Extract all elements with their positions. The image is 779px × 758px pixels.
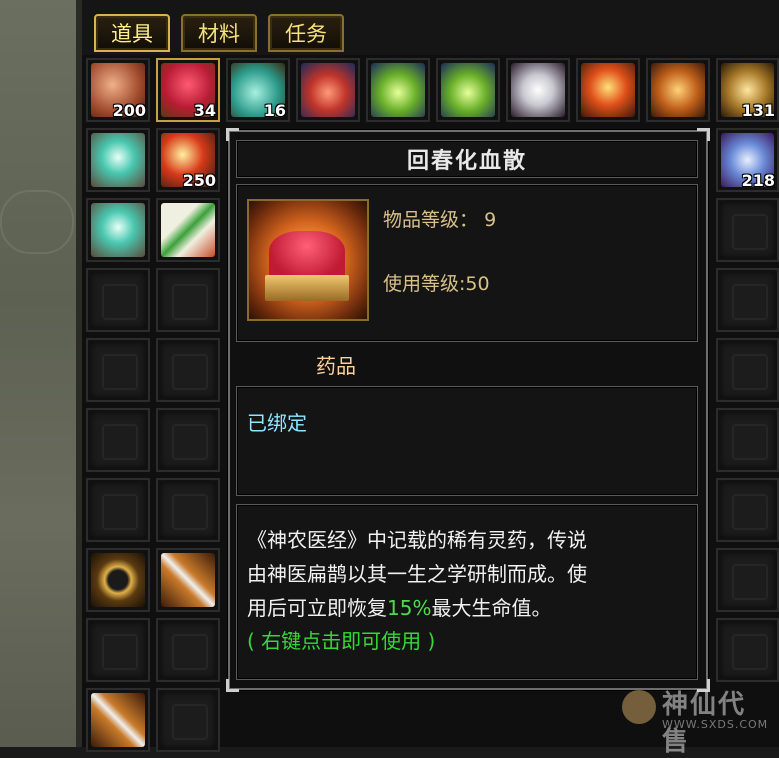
mascot-icon bbox=[622, 690, 656, 724]
gold-ring-icon bbox=[91, 553, 145, 607]
item-count: 218 bbox=[741, 171, 775, 190]
bind-status: 已绑定 bbox=[247, 411, 307, 435]
item-count: 131 bbox=[741, 101, 775, 120]
inventory-slot[interactable] bbox=[156, 198, 220, 262]
watermark: 神仙代售 WWW.SXDS.COM bbox=[622, 684, 772, 757]
description-line-3: 用后可立即恢复 bbox=[247, 596, 387, 620]
description-box: 《神农医经》中记载的稀有灵药，传说 由神医扁鹊以其一生之学研制而成。使 用后可立… bbox=[236, 504, 698, 680]
inventory-slot[interactable] bbox=[86, 198, 150, 262]
use-level: 使用等级:50 bbox=[383, 273, 490, 295]
inventory-slot-empty[interactable] bbox=[86, 478, 150, 542]
watermark-url: WWW.SXDS.COM bbox=[662, 718, 769, 731]
item-category: 药品 bbox=[316, 354, 356, 378]
inventory-slot-empty[interactable] bbox=[156, 268, 220, 332]
inventory-slot-empty[interactable] bbox=[156, 338, 220, 402]
inventory-slot[interactable] bbox=[156, 548, 220, 612]
inventory-slot-empty[interactable] bbox=[716, 478, 779, 542]
inventory-slot-empty[interactable] bbox=[86, 268, 150, 332]
inventory-slot[interactable]: 218 bbox=[716, 128, 779, 192]
inventory-slot-empty[interactable] bbox=[156, 618, 220, 682]
bind-box: 已绑定 bbox=[236, 386, 698, 496]
inventory-slot[interactable]: 16 bbox=[226, 58, 290, 122]
tooltip-corner bbox=[697, 128, 710, 141]
inventory-slot[interactable]: 131 bbox=[716, 58, 779, 122]
description-line-2: 由神医扁鹊以其一生之学研制而成。使 bbox=[247, 562, 587, 586]
inventory-slot[interactable] bbox=[86, 548, 150, 612]
inventory-slot[interactable]: 250 bbox=[156, 128, 220, 192]
inventory-slot-empty[interactable] bbox=[716, 618, 779, 682]
item-count: 250 bbox=[182, 171, 216, 190]
inventory-slot-empty[interactable] bbox=[156, 688, 220, 752]
dagger-icon bbox=[161, 553, 215, 607]
inventory-slot[interactable] bbox=[576, 58, 640, 122]
tooltip-corner bbox=[226, 679, 239, 692]
item-count: 200 bbox=[112, 101, 146, 120]
inventory-slot[interactable] bbox=[646, 58, 710, 122]
item-count: 34 bbox=[193, 101, 216, 120]
inventory-slot[interactable] bbox=[86, 128, 150, 192]
inventory-slot-empty[interactable] bbox=[716, 198, 779, 262]
inventory-slot[interactable] bbox=[436, 58, 500, 122]
item-level: 物品等级： 9 bbox=[383, 209, 497, 231]
inventory-slot-empty[interactable] bbox=[716, 548, 779, 612]
item-description: 《神农医经》中记载的稀有灵药，传说 由神医扁鹊以其一生之学研制而成。使 用后可立… bbox=[247, 523, 693, 625]
seashell-orb-icon bbox=[91, 133, 145, 187]
use-level-value: 50 bbox=[465, 273, 490, 295]
tab-quests[interactable]: 任务 bbox=[268, 14, 344, 52]
inventory-slot[interactable] bbox=[506, 58, 570, 122]
red-powder-tray-icon bbox=[247, 199, 369, 321]
item-info-box: 物品等级： 9 使用等级:50 bbox=[236, 184, 698, 342]
fire-doll-icon bbox=[301, 63, 355, 117]
inventory-slot-empty[interactable] bbox=[86, 408, 150, 472]
green-spirit-candle-icon bbox=[441, 63, 495, 117]
green-spirit-icon bbox=[371, 63, 425, 117]
item-name: 回春化血散 bbox=[236, 140, 698, 178]
inventory-slot-empty[interactable] bbox=[86, 338, 150, 402]
inventory-slot-empty[interactable] bbox=[156, 478, 220, 542]
inventory-slot-empty[interactable] bbox=[716, 338, 779, 402]
description-line-3-end: 最大生命值。 bbox=[431, 596, 552, 620]
jade-token-icon bbox=[161, 203, 215, 257]
usage-hint: ( 右键点击即可使用 ) bbox=[247, 629, 436, 653]
inventory-slot-empty[interactable] bbox=[716, 268, 779, 332]
inventory-slot[interactable] bbox=[366, 58, 430, 122]
heal-percent: 15% bbox=[387, 596, 432, 620]
stone-carving bbox=[0, 190, 74, 254]
inventory-slot-empty[interactable] bbox=[156, 408, 220, 472]
item-count: 16 bbox=[263, 101, 286, 120]
inventory-slot[interactable] bbox=[86, 688, 150, 752]
item-level-value: 9 bbox=[484, 209, 497, 231]
world-background bbox=[0, 0, 82, 747]
tab-items[interactable]: 道具 bbox=[94, 14, 170, 52]
inventory-slot-selected[interactable]: 34 bbox=[156, 58, 220, 122]
tab-materials[interactable]: 材料 bbox=[181, 14, 257, 52]
inventory-slot-empty[interactable] bbox=[86, 618, 150, 682]
inventory-slot[interactable] bbox=[296, 58, 360, 122]
item-tooltip: 回春化血散 物品等级： 9 使用等级:50 药品 已绑定 《神农医经》中记载的稀… bbox=[226, 128, 710, 692]
item-level-label: 物品等级 bbox=[383, 209, 460, 231]
description-line-1: 《神农医经》中记载的稀有灵药，传说 bbox=[247, 528, 587, 552]
inventory-slot-empty[interactable] bbox=[716, 408, 779, 472]
use-level-label: 使用等级 bbox=[383, 273, 460, 295]
white-vase-icon bbox=[511, 63, 565, 117]
dagger-icon bbox=[91, 693, 145, 747]
fire-orb-icon bbox=[581, 63, 635, 117]
inventory-slot[interactable]: 200 bbox=[86, 58, 150, 122]
golden-box-icon bbox=[651, 63, 705, 117]
seashell-orb-icon bbox=[91, 203, 145, 257]
